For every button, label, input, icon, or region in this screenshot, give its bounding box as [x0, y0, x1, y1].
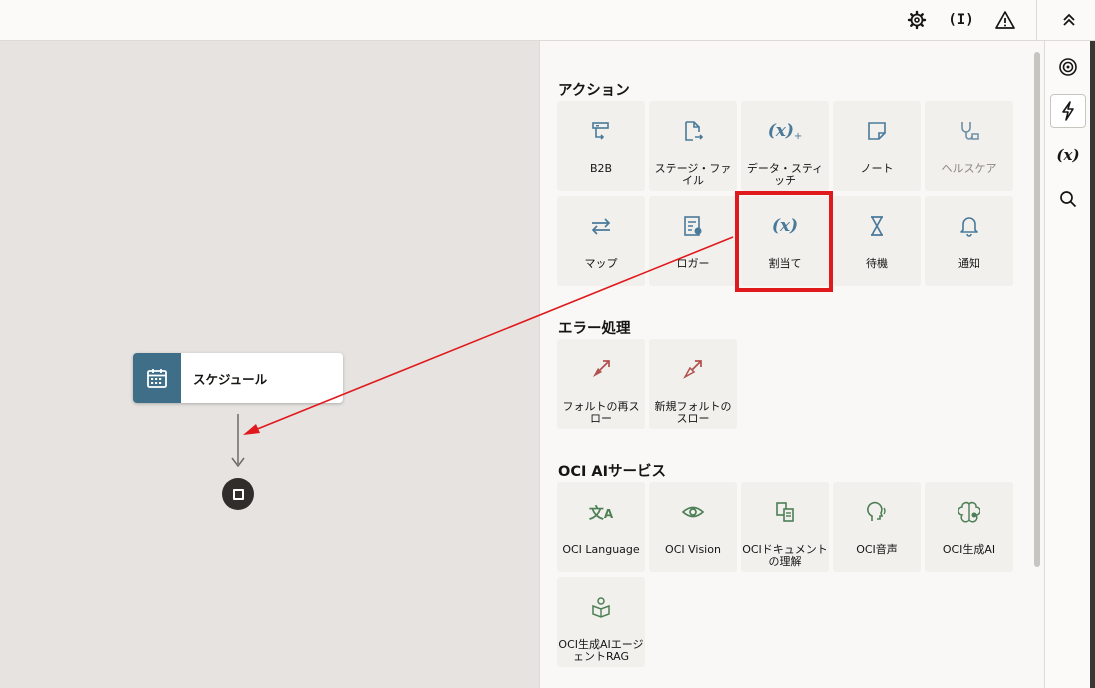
speech-icon [866, 500, 888, 524]
search-icon[interactable] [1050, 182, 1086, 216]
document-icon [774, 500, 796, 524]
tile-note[interactable]: ノート [833, 101, 921, 191]
bolt-icon[interactable] [1050, 94, 1086, 128]
warning-icon[interactable] [990, 6, 1020, 34]
tile-label: ノート [860, 162, 894, 175]
tile-oci-vision[interactable]: OCI Vision [649, 482, 737, 572]
tile-oci-speech[interactable]: OCI音声 [833, 482, 921, 572]
calendar-icon [133, 353, 181, 403]
tile-label: マップ [584, 257, 618, 270]
throw-fault-icon [682, 357, 704, 381]
hourglass-icon [866, 214, 888, 238]
tile-label: OCI音声 [856, 543, 898, 556]
tile-label: OCIドキュメントの理解 [742, 543, 828, 568]
toolbar-divider [1036, 0, 1037, 41]
translate-icon: 文A [588, 503, 614, 522]
tile-map[interactable]: マップ [557, 196, 645, 286]
tile-label: 新規フォルトのスロー [654, 400, 732, 425]
agent-icon [590, 595, 612, 619]
tile-label: 通知 [958, 257, 980, 270]
tile-label: OCI Language [562, 543, 640, 556]
chevron-up-icon[interactable] [1054, 6, 1084, 34]
tile-label: ヘルスケア [941, 162, 997, 175]
tile-wait[interactable]: 待機 [833, 196, 921, 286]
tile-b2b[interactable]: B2B [557, 101, 645, 191]
logger-icon [682, 214, 704, 238]
tile-oci-genai-agent[interactable]: OCI生成AIエージェントRAG [557, 577, 645, 667]
bell-icon [958, 214, 980, 238]
tile-label: OCI生成AIエージェントRAG [558, 638, 644, 663]
tile-data-stitch[interactable]: (x) + データ・スティッチ [741, 101, 829, 191]
b2b-icon [590, 119, 612, 143]
tile-notification[interactable]: 通知 [925, 196, 1013, 286]
rethrow-fault-icon [590, 357, 612, 381]
tile-label: B2B [589, 162, 613, 175]
section-title-ai: OCI AIサービス [558, 464, 667, 480]
variable-icon[interactable]: (x) [1050, 138, 1086, 172]
tile-oci-document[interactable]: OCIドキュメントの理解 [741, 482, 829, 572]
tile-oci-language[interactable]: 文A OCI Language [557, 482, 645, 572]
tile-oci-genai[interactable]: OCI生成AI [925, 482, 1013, 572]
tile-label: OCI Vision [665, 543, 721, 556]
tile-stage-file[interactable]: ステージ・ファイル [649, 101, 737, 191]
end-node[interactable] [222, 478, 254, 510]
variable-icon[interactable]: (I) [946, 6, 976, 34]
window-edge [1090, 41, 1095, 688]
tile-healthcare[interactable]: ヘルスケア [925, 101, 1013, 191]
tile-rethrow-fault[interactable]: フォルトの再スロー [557, 339, 645, 429]
gear-icon[interactable] [902, 6, 932, 34]
data-stitch-icon: (x) + [767, 121, 803, 142]
target-icon[interactable] [1050, 50, 1086, 84]
stage-file-icon [682, 119, 704, 143]
section-title-errors: エラー処理 [558, 321, 631, 337]
tile-label: ステージ・ファイル [654, 162, 732, 187]
top-toolbar: (I) [0, 0, 1095, 41]
brain-icon [958, 500, 980, 524]
tile-logger[interactable]: ロガー [649, 196, 737, 286]
tile-label: OCI生成AI [942, 543, 996, 556]
tile-label: データ・スティッチ [746, 162, 824, 187]
map-icon [590, 214, 612, 238]
tile-label: 待機 [866, 257, 888, 270]
section-title-actions: アクション [558, 83, 630, 99]
tile-label: ロガー [676, 257, 710, 270]
eye-icon [682, 500, 704, 524]
node-label: スケジュール [193, 371, 268, 387]
tile-throw-fault[interactable]: 新規フォルトのスロー [649, 339, 737, 429]
healthcare-icon [958, 119, 980, 143]
palette-scrollbar[interactable] [1034, 52, 1040, 567]
tile-label: フォルトの再スロー [562, 400, 640, 425]
highlight-box [735, 191, 833, 292]
schedule-node[interactable]: スケジュール [133, 353, 343, 403]
note-icon [866, 119, 888, 143]
